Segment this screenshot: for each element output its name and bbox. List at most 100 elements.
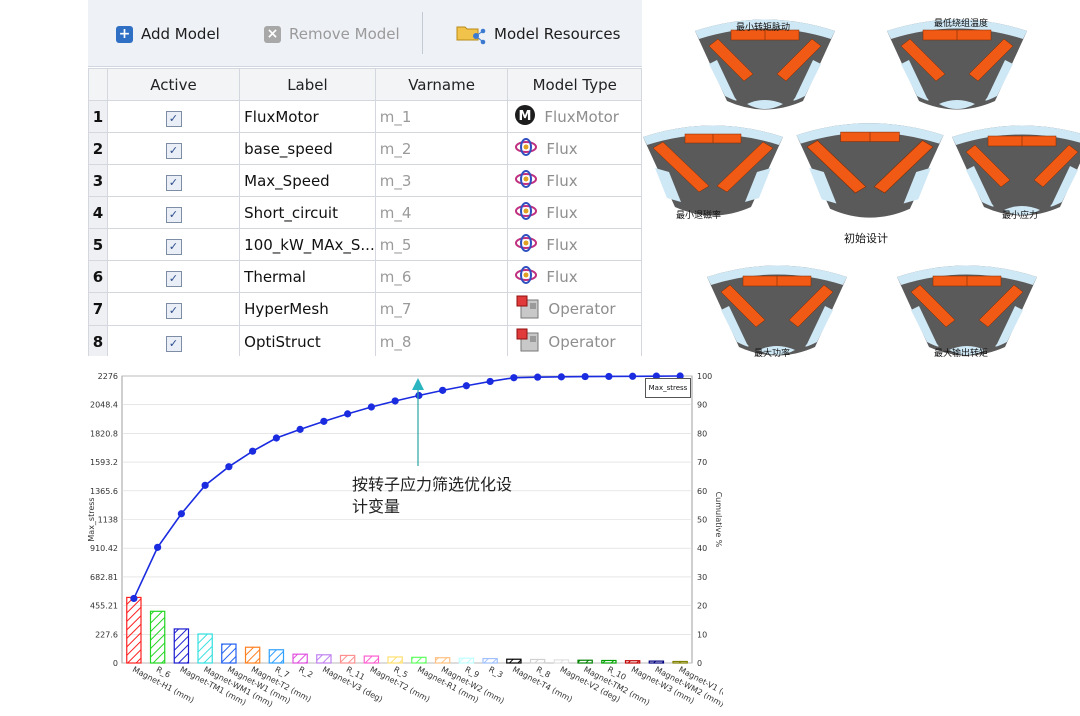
model-type-cell[interactable]: Operator — [507, 292, 642, 326]
caption-initial: 初始设计 — [844, 232, 888, 245]
varname-cell[interactable]: m_6 — [374, 260, 509, 293]
bar — [149, 610, 166, 664]
table-row[interactable]: 5 ✓ 100_kW_MAx_S... m_5 Flux — [88, 228, 642, 261]
varname-cell[interactable]: m_1 — [374, 100, 509, 133]
y2-tick-label: 20 — [697, 602, 707, 611]
label-cell[interactable]: FluxMotor — [239, 100, 376, 133]
y-tick-label: 455.21 — [90, 602, 118, 611]
label-cell[interactable]: Max_Speed — [239, 164, 376, 197]
y-tick-label: 1820.8 — [90, 429, 118, 438]
label-cell[interactable]: base_speed — [239, 132, 376, 165]
label-cell[interactable]: HyperMesh — [239, 292, 376, 326]
rotor-designs-canvas — [642, 19, 1080, 356]
bar — [173, 628, 190, 664]
y2-tick-label: 0 — [697, 659, 702, 668]
varname-cell[interactable]: m_5 — [374, 228, 509, 261]
flux-icon — [514, 137, 538, 160]
table-row[interactable]: 1 ✓ FluxMotor m_1 M FluxMotor — [88, 100, 642, 133]
caption-max-power: 最大功率 — [754, 349, 791, 359]
column-header-varname[interactable]: Varname — [374, 68, 509, 101]
row-number[interactable]: 3 — [88, 164, 108, 197]
y2-axis-label: Cumulative % — [714, 492, 723, 548]
model-type-cell[interactable]: M FluxMotor — [507, 100, 642, 133]
varname-cell[interactable]: m_2 — [374, 132, 509, 165]
row-number[interactable]: 5 — [88, 228, 108, 261]
label-cell[interactable]: Thermal — [239, 260, 376, 293]
column-header-active[interactable]: Active — [106, 68, 241, 101]
row-number[interactable]: 8 — [88, 325, 108, 356]
cumulative-point — [344, 410, 352, 418]
model-type-cell[interactable]: Flux — [507, 164, 642, 197]
bar — [434, 657, 451, 664]
model-type-label: Flux — [546, 235, 578, 254]
row-number[interactable]: 2 — [88, 132, 108, 165]
active-checkbox[interactable]: ✓ — [165, 142, 182, 159]
model-type-cell[interactable]: Flux — [507, 132, 642, 165]
row-number[interactable]: 6 — [88, 260, 108, 293]
y-tick-label: 1138 — [98, 516, 118, 525]
cumulative-point — [154, 543, 162, 551]
label-cell[interactable]: Short_circuit — [239, 196, 376, 229]
active-cell: ✓ — [106, 100, 241, 133]
cumulative-point — [249, 447, 257, 455]
column-header-model-type[interactable]: Model Type — [507, 68, 642, 101]
bar — [363, 655, 380, 664]
table-row[interactable]: 2 ✓ base_speed m_2 Flux — [88, 132, 642, 165]
bar — [387, 656, 403, 664]
varname-cell[interactable]: m_7 — [374, 292, 509, 326]
remove-model-button[interactable]: × Remove Model — [264, 20, 400, 48]
column-header-label[interactable]: Label — [239, 68, 376, 101]
varname-cell[interactable]: m_3 — [374, 164, 509, 197]
label-cell[interactable]: OptiStruct — [239, 325, 376, 356]
table-row[interactable]: 7 ✓ HyperMesh m_7 Operator — [88, 292, 642, 326]
flux-icon — [514, 265, 538, 288]
y2-tick-label: 80 — [697, 429, 707, 438]
rotor-max-power — [706, 265, 848, 356]
active-checkbox[interactable]: ✓ — [165, 238, 182, 255]
model-type-cell[interactable]: Flux — [507, 260, 642, 293]
rotor-max-torque — [896, 265, 1038, 356]
model-type-cell[interactable]: Flux — [507, 228, 642, 261]
active-checkbox[interactable]: ✓ — [165, 270, 182, 287]
table-row[interactable]: 8 ✓ OptiStruct m_8 Operator — [88, 325, 642, 357]
cumulative-point — [367, 403, 375, 411]
active-checkbox[interactable]: ✓ — [165, 336, 182, 352]
bar — [482, 657, 498, 664]
cumulative-point — [629, 372, 637, 380]
table-row[interactable]: 3 ✓ Max_Speed m_3 Flux — [88, 164, 642, 197]
table-row[interactable]: 4 ✓ Short_circuit m_4 Flux — [88, 196, 642, 229]
y-tick-label: 227.6 — [95, 630, 118, 639]
cumulative-point — [177, 510, 185, 518]
svg-text:M: M — [519, 109, 532, 124]
pareto-chart-svg: 0 227.6 455.21 682.81 910.42 1138 1365.6 1593.2… — [87, 372, 723, 709]
bar — [648, 660, 665, 664]
model-type-cell[interactable]: Flux — [507, 196, 642, 229]
bar — [126, 596, 142, 664]
cumulative-point — [534, 373, 542, 381]
active-checkbox[interactable]: ✓ — [165, 303, 182, 319]
bar — [577, 659, 593, 664]
row-number[interactable]: 7 — [88, 292, 108, 326]
operator-icon — [514, 327, 540, 357]
y-tick-label: 1365.6 — [90, 487, 118, 496]
active-checkbox[interactable]: ✓ — [165, 110, 182, 127]
model-type-label: Operator — [548, 300, 616, 318]
row-number[interactable]: 4 — [88, 196, 108, 229]
model-resources-button[interactable]: Model Resources — [456, 20, 620, 48]
annotation-line-2: 计变量 — [352, 497, 401, 516]
active-checkbox[interactable]: ✓ — [165, 206, 182, 223]
varname-cell[interactable]: m_8 — [374, 325, 509, 356]
table-row[interactable]: 6 ✓ Thermal m_6 Flux — [88, 260, 642, 293]
add-model-button[interactable]: + Add Model — [116, 20, 220, 48]
cumulative-point — [130, 594, 138, 603]
caption-min-ripple: 最小转矩脉动 — [736, 23, 791, 33]
bar — [316, 654, 332, 664]
model-type-label: Flux — [546, 171, 578, 190]
varname-cell[interactable]: m_4 — [374, 196, 509, 229]
cumulative-point — [201, 481, 209, 489]
model-type-cell[interactable]: Operator — [507, 325, 642, 357]
row-number[interactable]: 1 — [88, 100, 108, 133]
label-cell[interactable]: 100_kW_MAx_S... — [239, 228, 376, 261]
active-checkbox[interactable]: ✓ — [165, 174, 182, 191]
cumulative-point — [320, 417, 328, 425]
